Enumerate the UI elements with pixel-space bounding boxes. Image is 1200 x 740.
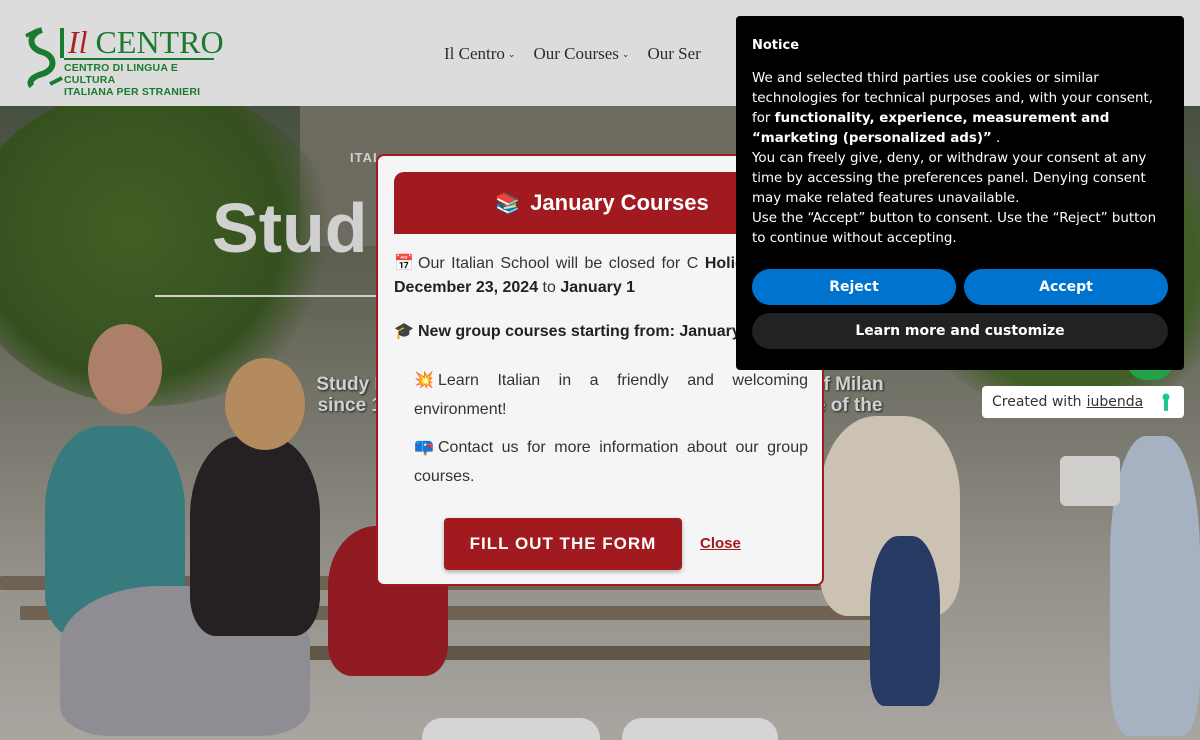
- cookie-title: Notice: [752, 38, 800, 53]
- sparkle-icon: 💥: [414, 372, 434, 389]
- fill-out-form-button[interactable]: FILL OUT THE FORM: [444, 518, 682, 570]
- iubenda-prefix: Created with: [992, 394, 1082, 410]
- learn-italian-text: 💥 Learn Italian in a friendly and welcomi…: [414, 366, 808, 424]
- modal-title: January Courses: [530, 190, 709, 215]
- mailbox-icon: 📪: [414, 439, 434, 456]
- books-icon: 📚: [495, 192, 521, 215]
- modal-close-link[interactable]: Close: [700, 535, 741, 552]
- iubenda-link[interactable]: iubenda: [1087, 394, 1144, 410]
- learn-more-customize-button[interactable]: Learn more and customize: [752, 313, 1168, 349]
- cookie-notice: Notice We and selected third parties use…: [736, 16, 1184, 370]
- accept-button[interactable]: Accept: [964, 269, 1168, 305]
- graduation-cap-icon: 🎓: [394, 323, 414, 340]
- calendar-icon: 📅: [394, 255, 414, 272]
- reject-button[interactable]: Reject: [752, 269, 956, 305]
- contact-text: 📪 Contact us for more information about o…: [414, 433, 808, 491]
- cookie-body: We and selected third parties use cookie…: [752, 71, 1157, 246]
- iubenda-badge[interactable]: Created with iubenda: [982, 386, 1184, 418]
- iubenda-key-icon: [1162, 393, 1170, 411]
